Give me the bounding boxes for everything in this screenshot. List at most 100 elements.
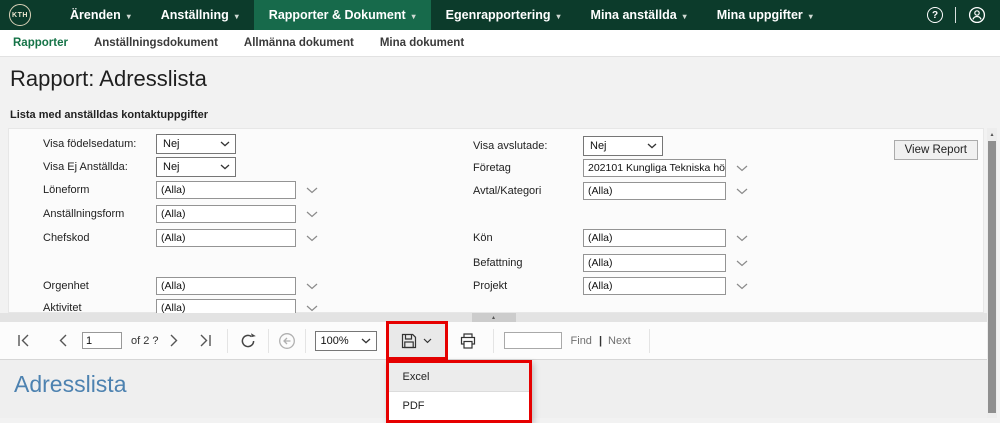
zoom-select[interactable]: 100% <box>315 331 377 351</box>
toolbar-separator <box>268 329 269 353</box>
top-navigation-bar: KTH Ärenden ▾ Anställning ▾ Rapporter & … <box>0 0 1000 30</box>
param-label: Projekt <box>473 280 583 292</box>
param-row-visa-fodelsedatum: Visa födelsedatum: Nej <box>43 134 236 154</box>
export-option-excel[interactable]: Excel <box>389 363 529 392</box>
nav-item-arenden[interactable]: Ärenden ▾ <box>55 0 146 30</box>
account-icon[interactable] <box>968 6 986 24</box>
param-label: Orgenhet <box>43 280 156 292</box>
print-button[interactable] <box>459 332 477 350</box>
chevron-down-icon[interactable] <box>306 305 318 312</box>
chevron-down-icon: ▾ <box>412 12 416 21</box>
back-arrow-icon <box>278 332 296 350</box>
toolbar-separator <box>227 329 228 353</box>
befattning-combo[interactable]: (Alla) <box>583 254 726 272</box>
page-title: Rapport: Adresslista <box>10 66 1000 92</box>
splitter-collapse-handle[interactable]: ▴ <box>472 313 516 322</box>
secondary-navigation-bar: Rapporter Anställningsdokument Allmänna … <box>0 30 1000 57</box>
scrollbar-thumb[interactable] <box>988 141 996 413</box>
chevron-down-icon <box>220 141 230 147</box>
previous-page-button[interactable] <box>58 334 68 347</box>
param-row-orgenhet: Orgenhet (Alla) <box>43 277 318 295</box>
param-label: Visa Ej Anställda: <box>43 161 156 173</box>
param-label: Chefskod <box>43 232 156 244</box>
chevron-down-icon[interactable] <box>736 165 748 172</box>
subnav-tab-anstallningsdokument[interactable]: Anställningsdokument <box>81 37 231 49</box>
find-next-link[interactable]: Next <box>608 335 631 347</box>
find-text-input[interactable] <box>504 332 562 349</box>
param-row-befattning: Befattning (Alla) <box>473 254 748 272</box>
export-option-pdf[interactable]: PDF <box>389 392 529 420</box>
param-row-anstallningsform: Anställningsform (Alla) <box>43 205 318 223</box>
chevron-down-icon[interactable] <box>736 283 748 290</box>
help-icon[interactable]: ? <box>927 7 943 23</box>
page-header: Rapport: Adresslista Lista med anställda… <box>0 57 1000 128</box>
kth-logo: KTH <box>9 4 31 26</box>
subnav-tab-rapporter[interactable]: Rapporter <box>0 37 81 49</box>
scroll-up-icon[interactable]: ▴ <box>987 128 997 140</box>
param-label: Kön <box>473 232 583 244</box>
orgenhet-combo[interactable]: (Alla) <box>156 277 296 295</box>
first-page-button[interactable] <box>16 334 32 347</box>
param-row-projekt: Projekt (Alla) <box>473 277 748 295</box>
nav-item-egenrapportering[interactable]: Egenrapportering ▾ <box>431 0 576 30</box>
report-viewer-toolbar: of 2 ? 100% Excel PDF <box>0 322 987 360</box>
param-row-avtal-kategori: Avtal/Kategori (Alla) <box>473 182 748 200</box>
back-to-parent-report-button[interactable] <box>278 332 296 350</box>
param-row-visa-avslutade: Visa avslutade: Nej <box>473 136 663 156</box>
visa-ej-anstallda-select[interactable]: Nej <box>156 157 236 177</box>
next-page-button[interactable] <box>169 334 179 347</box>
export-save-button[interactable] <box>389 324 445 357</box>
collapse-arrow-icon: ▴ <box>492 314 495 321</box>
chevron-down-icon <box>647 143 657 149</box>
nav-item-mina-anstallda[interactable]: Mina anställda ▾ <box>576 0 702 30</box>
topnav-right-controls: ? <box>927 0 1000 30</box>
loneform-combo[interactable]: (Alla) <box>156 181 296 199</box>
param-row-foretag: Företag 202101 Kungliga Tekniska högskol… <box>473 159 748 177</box>
subnav-tab-mina-dokument[interactable]: Mina dokument <box>367 37 477 49</box>
param-label: Avtal/Kategori <box>473 185 583 197</box>
page-subtitle: Lista med anställdas kontaktuppgifter <box>10 109 1000 121</box>
last-page-icon <box>197 334 213 347</box>
chevron-down-icon[interactable] <box>736 260 748 267</box>
chevron-down-icon[interactable] <box>306 187 318 194</box>
chevron-down-icon: ▾ <box>127 12 131 21</box>
chevron-down-icon[interactable] <box>306 211 318 218</box>
nav-item-anstallning[interactable]: Anställning ▾ <box>146 0 254 30</box>
nav-item-rapporter-dokument[interactable]: Rapporter & Dokument ▾ <box>254 0 431 30</box>
toolbar-separator <box>493 329 494 353</box>
param-label: Anställningsform <box>43 208 156 220</box>
visa-fodelsedatum-select[interactable]: Nej <box>156 134 236 154</box>
chevron-down-icon[interactable] <box>736 235 748 242</box>
kth-logo-text: KTH <box>12 12 28 19</box>
chevron-down-icon[interactable] <box>736 188 748 195</box>
kon-combo[interactable]: (Alla) <box>583 229 726 247</box>
total-pages-label: of 2 ? <box>131 335 159 347</box>
foretag-combo[interactable]: 202101 Kungliga Tekniska högskola <box>583 159 726 177</box>
anstallningsform-combo[interactable]: (Alla) <box>156 205 296 223</box>
avtal-kategori-combo[interactable]: (Alla) <box>583 182 726 200</box>
visa-avslutade-select[interactable]: Nej <box>583 136 663 156</box>
vertical-scrollbar[interactable]: ▴ <box>987 128 997 418</box>
refresh-button[interactable] <box>239 332 257 350</box>
subnav-tab-allmanna-dokument[interactable]: Allmänna dokument <box>231 37 367 49</box>
chevron-right-icon <box>169 334 179 347</box>
find-link[interactable]: Find <box>571 335 592 347</box>
chevron-down-icon: ▾ <box>683 12 687 21</box>
nav-item-mina-uppgifter[interactable]: Mina uppgifter ▾ <box>702 0 828 30</box>
chevron-down-icon[interactable] <box>306 235 318 242</box>
projekt-combo[interactable]: (Alla) <box>583 277 726 295</box>
param-row-loneform: Löneform (Alla) <box>43 181 318 199</box>
chevron-down-icon <box>423 338 432 344</box>
top-nav-items: Ärenden ▾ Anställning ▾ Rapporter & Doku… <box>55 0 828 30</box>
chevron-down-icon: ▾ <box>557 12 561 21</box>
topnav-divider <box>955 7 956 23</box>
chevron-down-icon: ▾ <box>235 12 239 21</box>
chefskod-combo[interactable]: (Alla) <box>156 229 296 247</box>
param-row-chefskod: Chefskod (Alla) <box>43 229 318 247</box>
chevron-down-icon[interactable] <box>306 283 318 290</box>
view-report-button[interactable]: View Report <box>894 140 978 160</box>
current-page-input[interactable] <box>82 332 122 349</box>
param-row-visa-ej-anstallda: Visa Ej Anställda: Nej <box>43 157 236 177</box>
toolbar-separator <box>305 329 306 353</box>
last-page-button[interactable] <box>197 334 213 347</box>
